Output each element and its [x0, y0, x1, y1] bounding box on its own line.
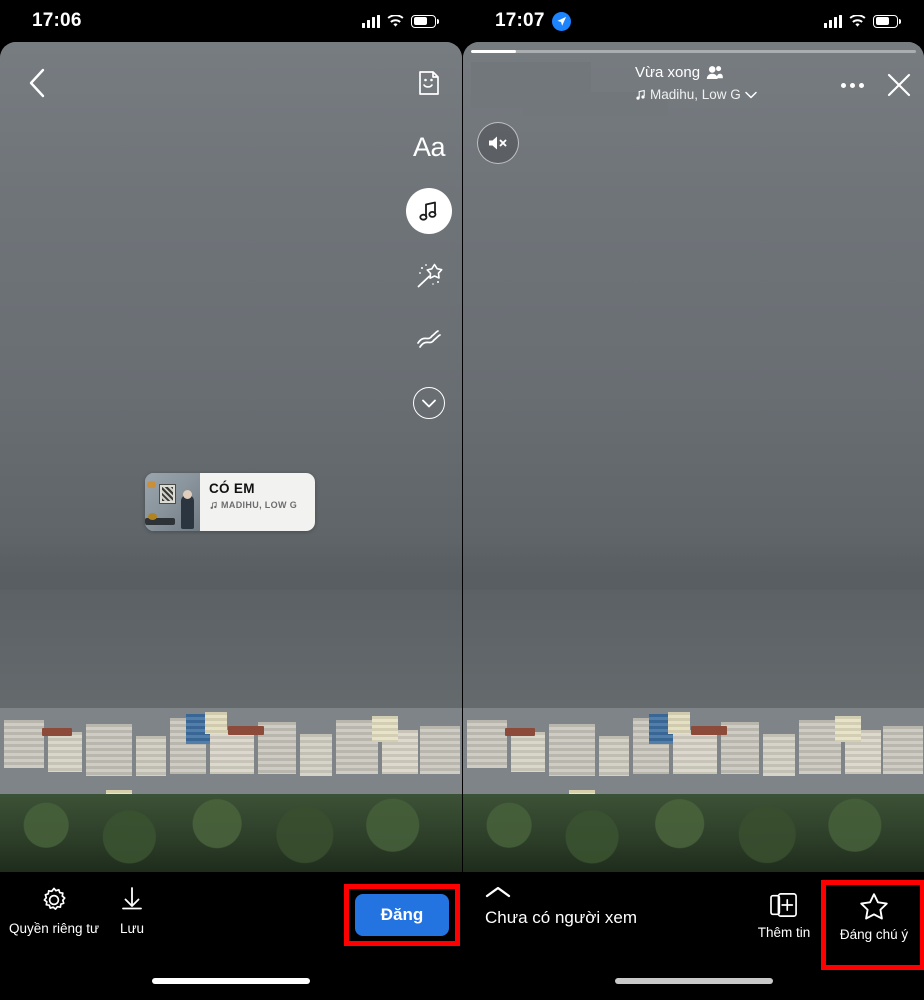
editor-toolbar: Aa: [406, 60, 452, 426]
status-time: 17:06: [32, 10, 82, 32]
scribble-draw-icon: [414, 326, 444, 352]
text-tool-button[interactable]: Aa: [406, 124, 452, 170]
status-icons: [824, 14, 901, 28]
add-story-button[interactable]: Thêm tin: [738, 892, 830, 942]
progress-fill: [471, 50, 516, 53]
story-progress-bar[interactable]: [471, 50, 916, 53]
story-viewer-canvas[interactable]: Vừa xong Madihu, Low G: [463, 42, 924, 872]
progress-track: [471, 50, 916, 53]
wifi-icon: [849, 14, 866, 28]
right-status-bar: 17:07: [463, 0, 924, 42]
status-time-label: 17:07: [495, 10, 545, 31]
song-artist-row: MADIHU, LOW G: [209, 500, 315, 510]
story-music-row[interactable]: Madihu, Low G: [635, 87, 757, 102]
music-note-icon: [209, 501, 218, 510]
viewers-button[interactable]: Chưa có người xem: [485, 886, 637, 928]
add-story-label: Thêm tin: [757, 925, 811, 940]
location-arrow-icon: [551, 11, 571, 31]
home-indicator: [152, 978, 310, 984]
chevron-up-icon: [485, 886, 637, 898]
gear-icon: [40, 886, 68, 914]
story-timestamp-row: Vừa xong: [635, 64, 757, 81]
back-chevron-icon: [28, 68, 46, 98]
wifi-icon: [387, 14, 404, 28]
draw-tool-button[interactable]: [406, 316, 452, 362]
album-art: [145, 473, 200, 531]
right-bottom-bar: Chưa có người xem Thêm tin Đáng chú ý: [463, 872, 924, 1000]
story-header-actions: [841, 72, 912, 98]
left-phone-screen: 17:06 Aa CÓ EM MADIHU, LOW G Quyền riêng…: [0, 0, 462, 1000]
music-note-icon: [635, 89, 646, 101]
magic-wand-icon: [414, 260, 444, 290]
cellular-signal-icon: [362, 14, 380, 28]
chevron-down-circle-icon: [413, 387, 445, 419]
right-phone-screen: 17:07 Vừa xong Madihu, Low G Chưa có ngư…: [462, 0, 924, 1000]
save-label: Lưu: [119, 921, 145, 936]
cellular-signal-icon: [824, 14, 842, 28]
home-indicator: [614, 978, 773, 984]
cityscape-photo: [463, 590, 924, 872]
story-meta: Vừa xong Madihu, Low G: [635, 64, 757, 102]
story-timestamp: Vừa xong: [635, 64, 701, 81]
left-bottom-bar: Quyền riêng tư Lưu Đăng: [0, 872, 462, 1000]
add-card-icon: [769, 892, 799, 918]
story-header: Vừa xong Madihu, Low G: [463, 58, 924, 116]
sticker-tool-button[interactable]: [406, 60, 452, 106]
status-icons: [362, 14, 439, 28]
status-time-label: 17:06: [32, 10, 82, 31]
viewers-label: Chưa có người xem: [485, 908, 638, 927]
music-sticker-card[interactable]: CÓ EM MADIHU, LOW G: [145, 473, 315, 531]
music-note-icon: [416, 198, 442, 224]
close-x-icon[interactable]: [886, 72, 912, 98]
left-status-bar: 17:06: [0, 0, 462, 42]
battery-icon: [411, 14, 439, 28]
mute-button[interactable]: [477, 122, 519, 164]
friends-audience-icon: [706, 65, 723, 80]
status-time: 17:07: [495, 10, 571, 32]
battery-icon: [873, 14, 901, 28]
cityscape-photo: [0, 590, 462, 872]
text-aa-icon: Aa: [412, 131, 446, 162]
save-button[interactable]: Lưu: [86, 886, 178, 938]
music-card-text: CÓ EM MADIHU, LOW G: [200, 473, 315, 531]
post-button-highlight: [344, 884, 460, 946]
back-button[interactable]: [20, 66, 54, 100]
more-tools-button[interactable]: [406, 380, 452, 426]
ellipsis-icon[interactable]: [841, 82, 864, 88]
download-icon: [119, 886, 145, 914]
story-music-label: Madihu, Low G: [650, 87, 741, 103]
speaker-mute-icon: [487, 134, 509, 152]
song-artist: MADIHU, LOW G: [221, 500, 298, 511]
sticker-smiley-icon: [414, 68, 444, 98]
chevron-down-icon: [745, 91, 757, 99]
dual-screenshot-stage: 17:06 Aa CÓ EM MADIHU, LOW G Quyền riêng…: [0, 0, 924, 1000]
effects-tool-button[interactable]: [406, 252, 452, 298]
highlight-button-highlight: [821, 880, 924, 970]
song-title: CÓ EM: [209, 481, 255, 496]
music-tool-button[interactable]: [406, 188, 452, 234]
story-editor-canvas[interactable]: Aa CÓ EM MADIHU, LOW G: [0, 42, 462, 872]
sky-background: [463, 42, 924, 602]
